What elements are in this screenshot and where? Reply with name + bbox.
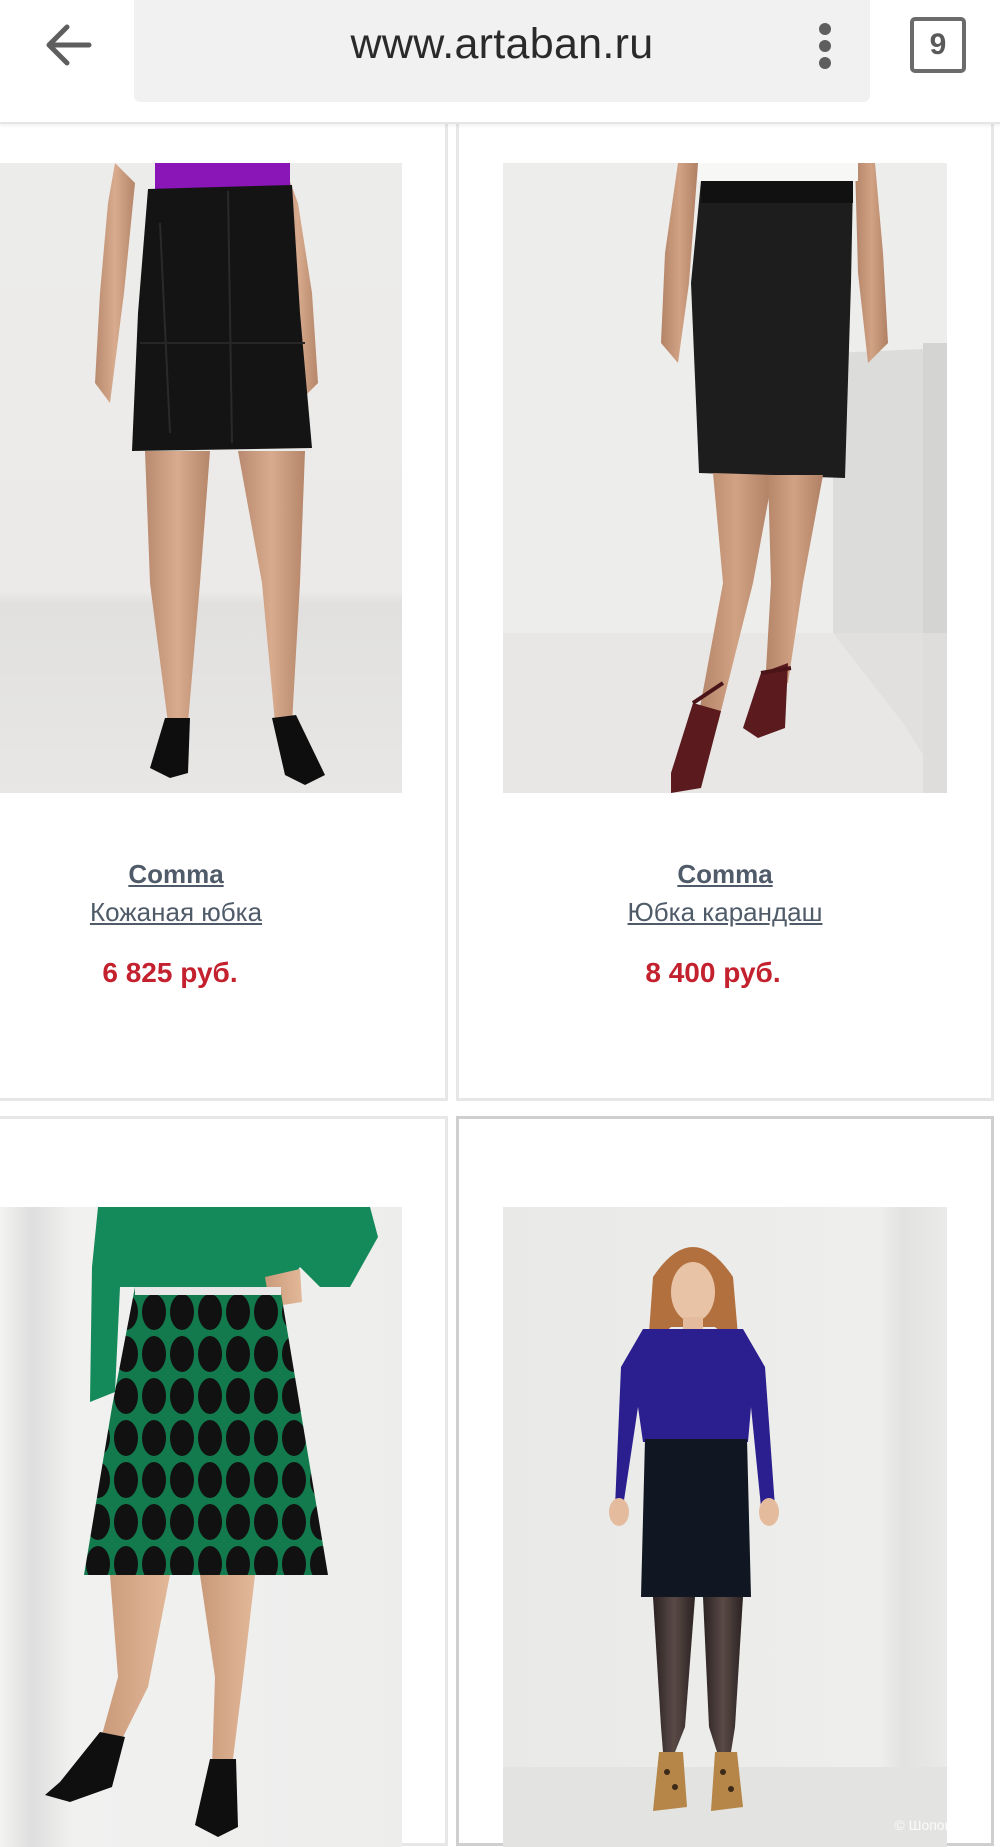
more-vert-icon bbox=[819, 23, 831, 69]
tab-switcher-button[interactable]: 9 bbox=[910, 17, 966, 73]
product-price: 8 400 руб. bbox=[645, 957, 781, 988]
back-button[interactable] bbox=[30, 12, 106, 78]
product-photo bbox=[0, 1207, 402, 1847]
product-image[interactable] bbox=[503, 163, 947, 793]
watermark: © Шопоголик bbox=[894, 1817, 979, 1833]
product-card[interactable]: Comma Юбка карандаш 8 400 руб. bbox=[456, 118, 994, 1101]
address-bar[interactable]: www.artaban.ru bbox=[134, 0, 870, 102]
product-price: 6 825 руб. bbox=[102, 957, 238, 988]
product-card[interactable] bbox=[0, 1116, 448, 1847]
product-photo bbox=[0, 163, 402, 793]
more-options-button[interactable] bbox=[800, 18, 850, 74]
product-image[interactable] bbox=[0, 1207, 402, 1847]
browser-toolbar: www.artaban.ru 9 bbox=[0, 0, 1000, 124]
product-brand-link[interactable]: Comma bbox=[459, 859, 991, 890]
arrow-left-icon bbox=[46, 24, 92, 66]
product-name-link[interactable]: Юбка карандаш bbox=[459, 897, 991, 928]
product-image[interactable] bbox=[503, 1207, 947, 1847]
product-image[interactable] bbox=[0, 163, 402, 793]
url-text: www.artaban.ru bbox=[350, 20, 654, 68]
product-name-link[interactable]: Кожаная юбка bbox=[0, 897, 356, 928]
product-card[interactable]: © Шопоголик bbox=[456, 1116, 994, 1847]
product-card[interactable]: Comma Кожаная юбка 6 825 руб. bbox=[0, 118, 448, 1101]
product-photo bbox=[503, 163, 947, 793]
product-brand-link[interactable]: Comma bbox=[0, 859, 356, 890]
product-photo bbox=[503, 1207, 947, 1847]
